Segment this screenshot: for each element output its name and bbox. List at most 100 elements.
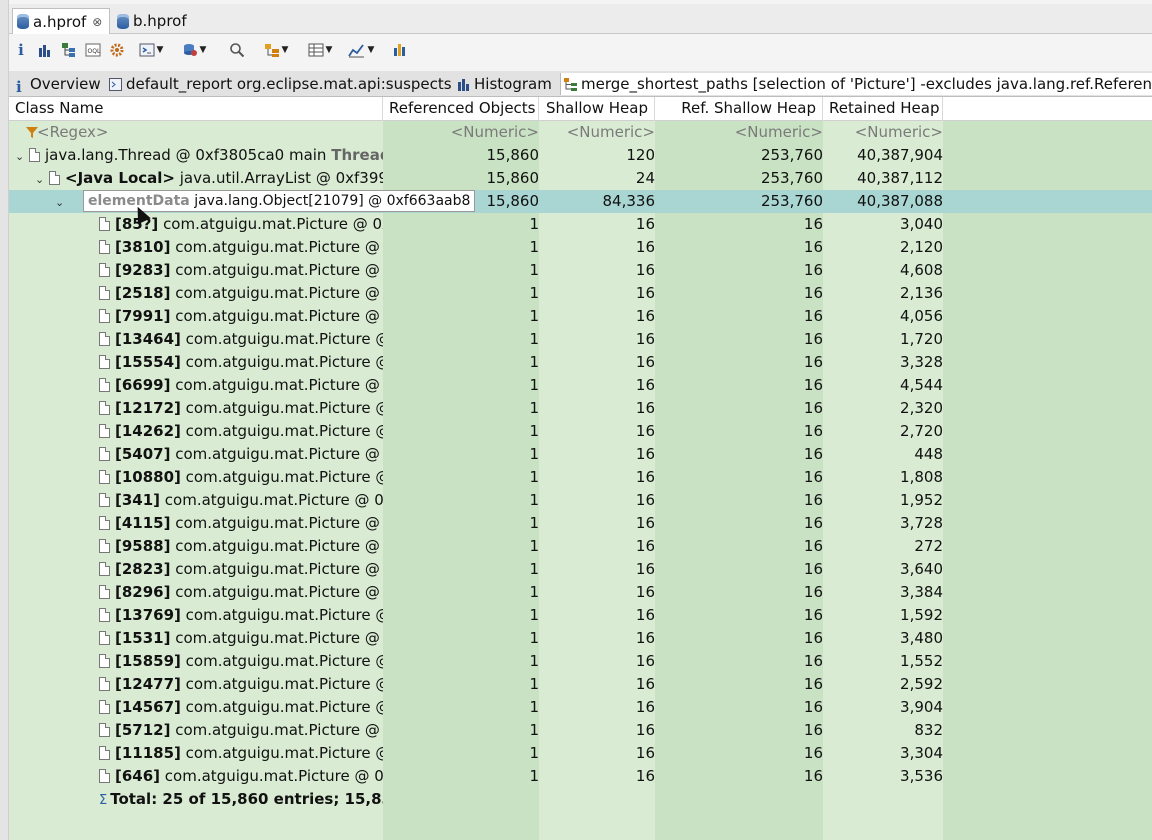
table-row[interactable]: [14262] com.atguigu.mat.Picture @ (1 16 16… [9,420,1152,443]
query-browser-menu-button[interactable]: ▼ [177,40,211,60]
numeric-filter-input[interactable]: <Numeric> [655,121,823,144]
retained-heap-cell: 832 [914,721,943,739]
histogram-icon[interactable] [35,40,55,60]
ref-shallow-heap-cell: 16 [803,284,823,302]
table-row[interactable]: [9283] com.atguigu.mat.Picture @ 0x 1 16 16… [9,259,1152,282]
shallow-heap-cell: 16 [635,353,655,371]
table-row[interactable]: [2823] com.atguigu.mat.Picture @ 0x 1 16 16… [9,558,1152,581]
search-icon[interactable] [227,40,247,60]
compare-icon[interactable] [391,40,411,60]
ref-shallow-heap-cell: 16 [803,560,823,578]
class-name-cell: [4115] com.atguigu.mat.Picture @ 0x [99,512,383,535]
array-index: [13769] [115,606,181,624]
editor-tab-bar: a.hprof ⊗ b.hprof [9,4,1152,34]
table-row[interactable]: [341] com.atguigu.mat.Picture @ 0xf 1 16 16… [9,489,1152,512]
column-header-referenced-objects[interactable]: Referenced Objects [383,97,539,121]
referenced-objects-cell: 1 [529,330,539,348]
table-row[interactable]: [3810] com.atguigu.mat.Picture @ 0x 1 16 16… [9,236,1152,259]
array-index: [15859] [115,652,181,670]
table-row-thread[interactable]: ⌄ java.lang.Thread @ 0xf3805ca0 main Thre… [9,144,1152,167]
numeric-filter-input[interactable]: <Numeric> [539,121,655,144]
ref-shallow-heap-cell: 253,760 [760,192,823,210]
filter-row[interactable]: <Regex> <Numeric> <Numeric> <Numeric> <Numer… [9,121,1152,144]
table-row[interactable]: [10880] com.atguigu.mat.Picture @ (1 16 16… [9,466,1152,489]
numeric-filter-input[interactable]: <Numeric> [383,121,539,144]
class-name-cell: [9588] com.atguigu.mat.Picture @ 0x [99,535,383,558]
tab-overview[interactable]: i Overview [16,73,101,96]
referenced-objects-cell: 1 [529,353,539,371]
retained-heap-cell: 1,808 [900,468,943,486]
retained-heap-cell: 2,136 [900,284,943,302]
object-icon [99,585,110,599]
tab-histogram[interactable]: Histogram [457,73,552,95]
retained-heap-cell: 3,384 [900,583,943,601]
column-header-retained-heap[interactable]: Retained Heap [823,97,943,121]
table-row-total[interactable]: ΣTotal: 25 of 15,860 entries; 15,835 m [9,788,1152,811]
table-row[interactable]: [5712] com.atguigu.mat.Picture @ 0x 1 16 16… [9,719,1152,742]
ref-shallow-heap-cell: 16 [803,330,823,348]
group-by-menu-button[interactable]: ▼ [259,40,293,60]
table-row[interactable]: [646] com.atguigu.mat.Picture @ 0xf 1 16 16… [9,765,1152,788]
referenced-objects-cell: 1 [529,721,539,739]
column-header-ref-shallow-heap[interactable]: Ref. Shallow Heap [655,97,823,121]
retained-heap-cell: 1,952 [900,491,943,509]
table-row[interactable]: [6699] com.atguigu.mat.Picture @ 0x 1 16 16… [9,374,1152,397]
table-row[interactable]: [9588] com.atguigu.mat.Picture @ 0x 1 16 16… [9,535,1152,558]
array-index: [8296] [115,583,171,601]
shallow-heap-cell: 16 [635,767,655,785]
column-header-shallow-heap[interactable]: Shallow Heap [539,97,655,121]
table-row[interactable]: [7991] com.atguigu.mat.Picture @ 0x 1 16 16… [9,305,1152,328]
heap-dump-icon [17,14,29,29]
regex-filter-input[interactable]: <Regex> [37,121,377,144]
retained-heap-cell: 2,592 [900,675,943,693]
table-row[interactable]: [5407] com.atguigu.mat.Picture @ 0x 1 16 16… [9,443,1152,466]
object-class: com.atguigu.mat.Picture @ ( [180,399,383,417]
table-row[interactable]: [11185] com.atguigu.mat.Picture @ (1 16 16… [9,742,1152,765]
table-row[interactable]: [12172] com.atguigu.mat.Picture @ (1 16 16… [9,397,1152,420]
referenced-objects-cell: 1 [529,215,539,233]
dominator-tree-icon[interactable] [59,40,79,60]
numeric-filter-input[interactable]: <Numeric> [823,121,943,144]
table-row[interactable]: [1531] com.atguigu.mat.Picture @ 0x 1 16 16… [9,627,1152,650]
shallow-heap-cell: 16 [635,330,655,348]
retained-heap-cell: 40,387,112 [857,169,943,187]
table-row[interactable]: [4115] com.atguigu.mat.Picture @ 0x 1 16 16… [9,512,1152,535]
table-row[interactable]: [8296] com.atguigu.mat.Picture @ 0x 1 16 16… [9,581,1152,604]
ref-shallow-heap-cell: 16 [803,215,823,233]
editor-tab-a-hprof[interactable]: a.hprof ⊗ [12,8,110,34]
editor-tab-b-hprof[interactable]: b.hprof [113,8,203,34]
object-icon [99,723,110,737]
table-row[interactable]: [15554] com.atguigu.mat.Picture @ (1 16 16… [9,351,1152,374]
tab-default-report[interactable]: default_report org.eclipse.mat.api:suspe… [109,73,452,95]
export-menu-button[interactable]: ▼ [343,40,379,60]
table-row[interactable]: [15859] com.atguigu.mat.Picture @ 0xf 1 16… [9,650,1152,673]
info-icon[interactable]: i [13,40,29,60]
object-icon [99,286,110,300]
reports-menu-button[interactable]: ▼ [135,40,167,60]
oql-icon[interactable]: OQL [83,40,103,60]
class-name-cell: [15859] com.atguigu.mat.Picture @ 0xf [99,650,383,673]
table-row[interactable]: [85?] com.atguigu.mat.Picture @ 0xf 1 16 16… [9,213,1152,236]
array-index: [14567] [115,698,181,716]
table-row[interactable]: [12477] com.atguigu.mat.Picture @ (1 16 16… [9,673,1152,696]
table-row-java-local[interactable]: ⌄ <Java Local> java.util.ArrayList @ 0xf3… [9,167,1152,190]
table-row[interactable]: [14567] com.atguigu.mat.Picture @ (1 16 16… [9,696,1152,719]
object-class: com.atguigu.mat.Picture @ 0x [170,376,383,394]
columns-menu-button[interactable]: ▼ [303,40,337,60]
report-icon [109,77,122,91]
shallow-heap-cell: 16 [635,606,655,624]
object-icon [99,401,110,415]
object-icon [99,608,110,622]
object-icon [49,171,60,185]
array-index: [4115] [115,514,171,532]
column-header-class-name[interactable]: Class Name [9,97,383,121]
group-icon [264,44,279,57]
table-row[interactable]: [13769] com.atguigu.mat.Picture @ (1 16 16… [9,604,1152,627]
ref-shallow-heap-cell: 16 [803,514,823,532]
threads-gear-icon[interactable] [107,40,127,60]
table-row[interactable]: [13464] com.atguigu.mat.Picture @ (1 16 16… [9,328,1152,351]
close-tab-icon[interactable]: ⊗ [92,15,102,29]
tab-merge-shortest-paths[interactable]: merge_shortest_paths [selection of 'Pict… [560,73,1152,95]
object-icon [99,447,110,461]
table-row[interactable]: [2518] com.atguigu.mat.Picture @ 0x 1 16 16… [9,282,1152,305]
